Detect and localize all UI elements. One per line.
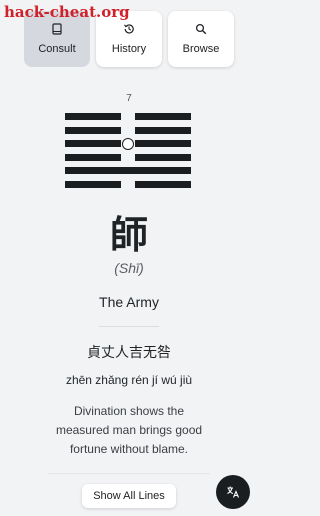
show-all-lines-button[interactable]: Show All Lines (82, 484, 176, 508)
search-icon (195, 23, 207, 35)
hexagram-pinyin-name: (Shī) (114, 260, 144, 276)
hexagram-line-yin (65, 153, 191, 161)
hexagram-english-name: The Army (99, 294, 159, 310)
line-segment (135, 126, 191, 134)
hexagram-figure (65, 113, 191, 191)
line-segment (135, 153, 191, 161)
watermark: hack-cheat.org (4, 3, 130, 21)
divider (48, 473, 210, 474)
judgement-description: Divination shows the measured man brings… (55, 404, 203, 456)
line-segment (65, 153, 121, 161)
book-icon (52, 23, 62, 35)
tab-label: History (111, 43, 147, 55)
line-segment (135, 113, 191, 120)
tab-label: Consult (38, 43, 76, 55)
divider (99, 326, 159, 327)
translate-button[interactable] (216, 475, 250, 509)
moving-line-marker (122, 137, 134, 150)
judgement-pinyin: zhēn zhǎng rén jí wú jiù (65, 373, 193, 387)
history-icon (124, 24, 134, 34)
line-segment (65, 113, 121, 120)
hexagram-line-yin (65, 113, 191, 120)
line-segment (65, 180, 121, 188)
hexagram-line-yang (65, 167, 191, 174)
line-segment (135, 180, 191, 188)
judgement-text: 貞丈人吉无咎 (87, 345, 171, 361)
line-segment (65, 126, 121, 134)
line-segment (65, 140, 121, 147)
line-segment (65, 167, 191, 174)
translate-icon (227, 486, 240, 498)
hexagram-character: 師 (109, 212, 148, 257)
tab-label: Browse (182, 43, 220, 55)
hexagram-line-yin (65, 180, 191, 188)
tab-browse[interactable]: Browse (168, 11, 234, 67)
hexagram-line-yin (65, 126, 191, 134)
line-segment (135, 140, 191, 147)
hexagram-number: 7 (126, 93, 132, 104)
